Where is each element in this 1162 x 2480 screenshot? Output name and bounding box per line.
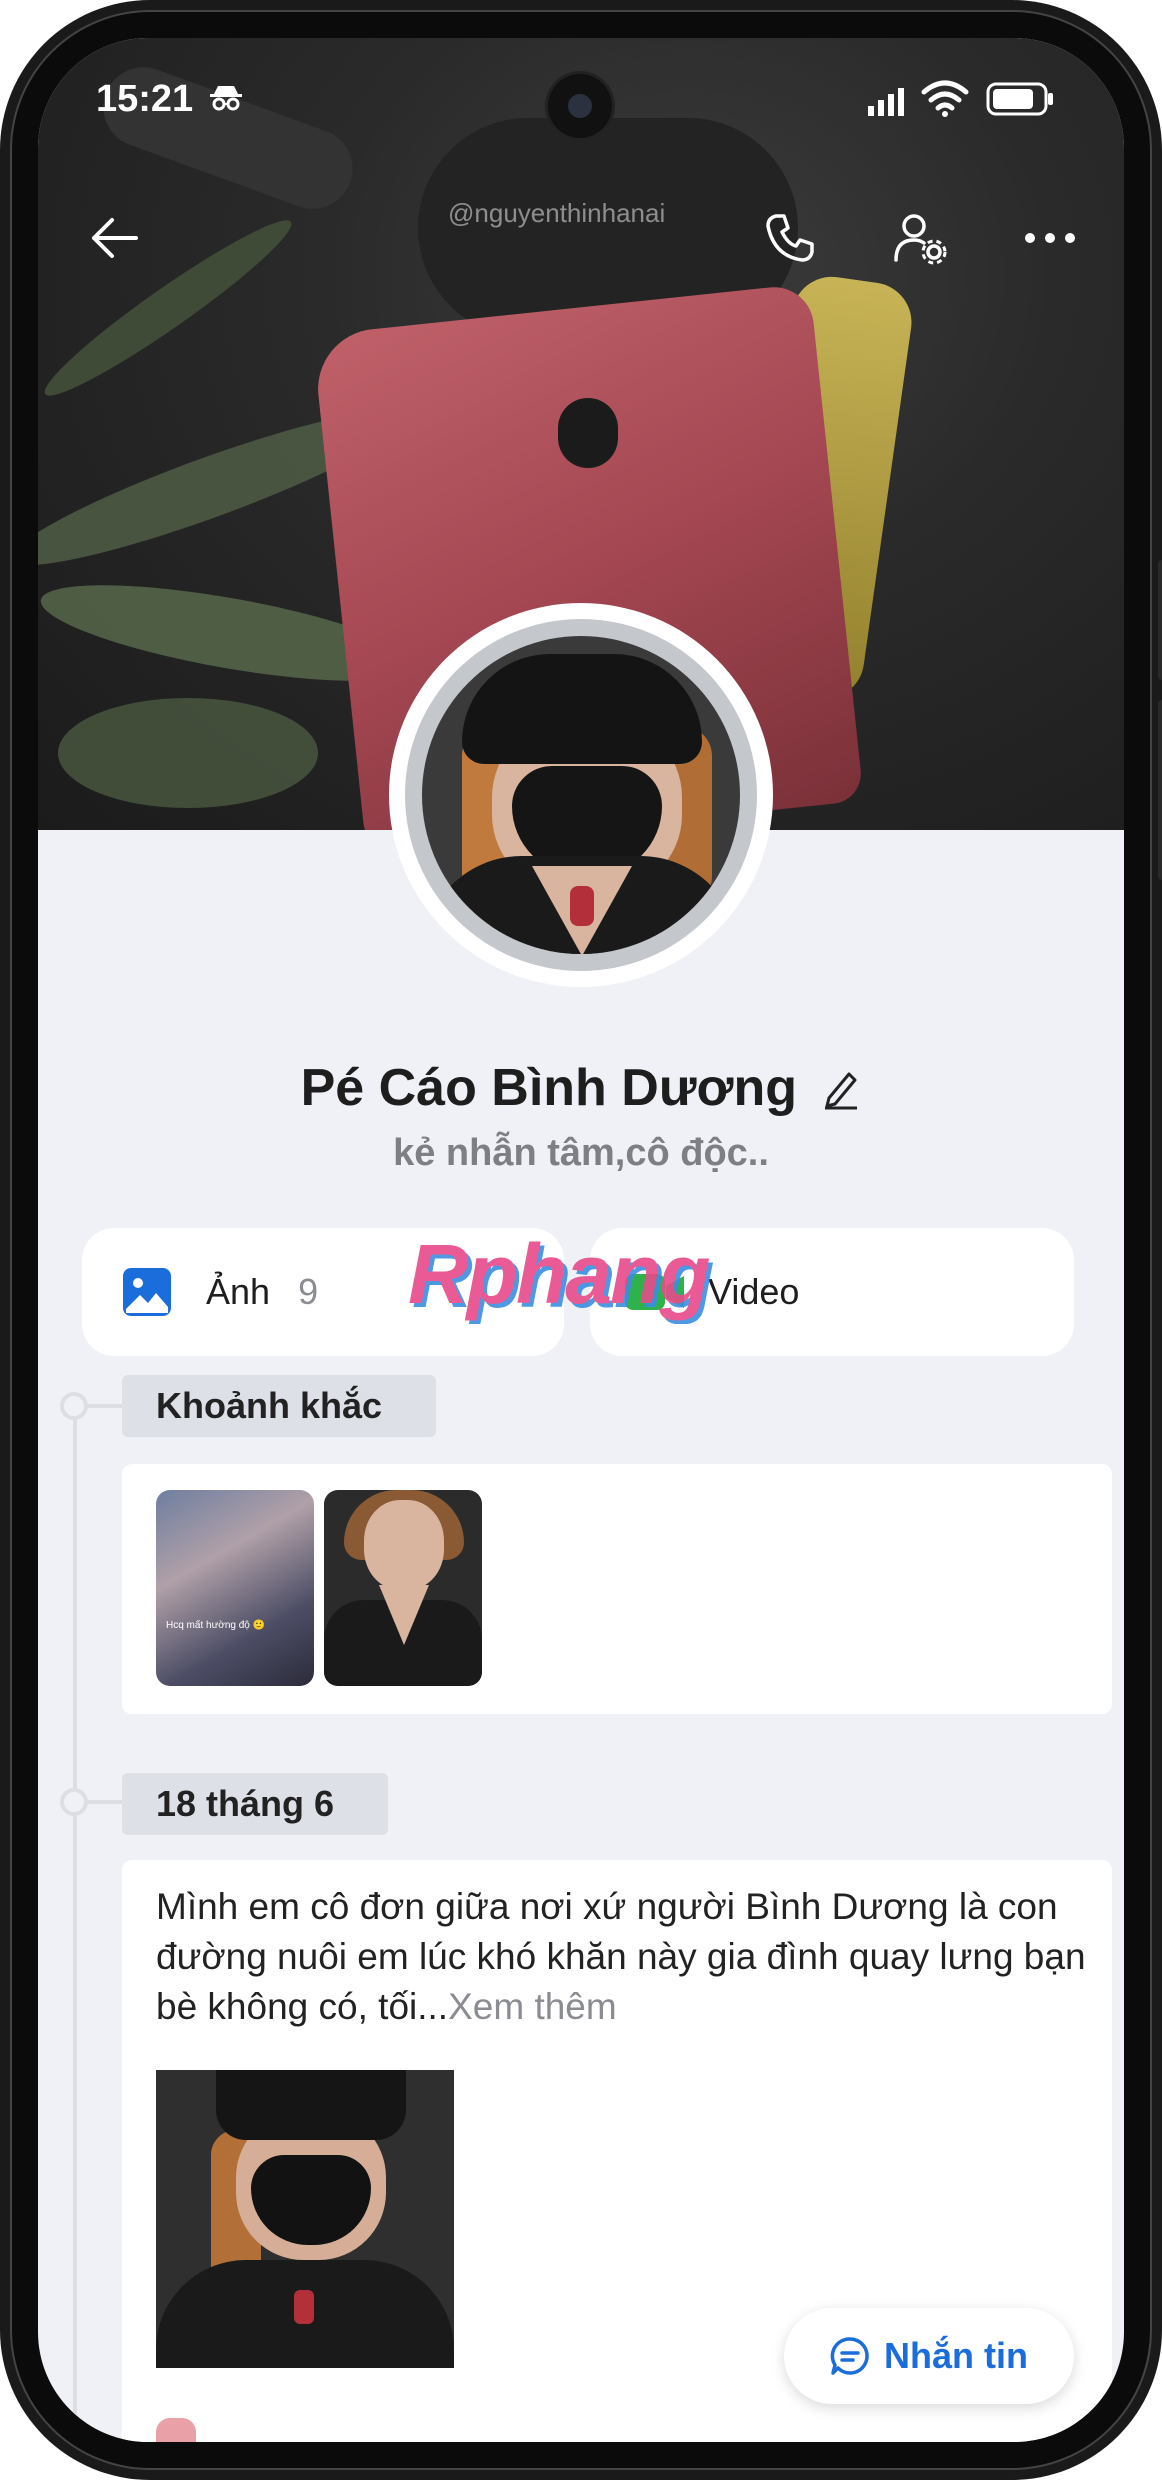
- volume-down-button: [1158, 700, 1162, 880]
- more-options-button[interactable]: [1010, 198, 1090, 278]
- moment-thumbnail[interactable]: [324, 1490, 482, 1686]
- back-arrow-icon: [92, 218, 138, 258]
- photos-count: 9: [298, 1271, 319, 1312]
- reaction-heart-icon: [156, 2418, 196, 2442]
- moment-thumbnail[interactable]: Hcq mất hường độ 🙂: [156, 1490, 314, 1686]
- front-camera: [548, 74, 612, 138]
- battery-icon: [986, 82, 1053, 116]
- photos-label: Ảnh: [206, 1271, 271, 1312]
- moments-title: Khoảnh khắc: [122, 1375, 436, 1437]
- timeline-line: [73, 1408, 77, 2442]
- post-img-tattoo: [294, 2290, 314, 2324]
- incognito-icon: [210, 86, 242, 111]
- profile-settings-button[interactable]: [880, 198, 960, 278]
- volume-up-button: [1158, 560, 1162, 680]
- see-more-link[interactable]: Xem thêm: [448, 1986, 617, 2027]
- top-action-bar: [38, 198, 1124, 288]
- profile-name: Pé Cáo Bình Dương: [300, 1059, 797, 1117]
- profile-bio: kẻ nhẫn tâm,cô độc..: [393, 1132, 769, 1174]
- photo-icon: [123, 1268, 171, 1316]
- phone-icon: [766, 214, 814, 262]
- thumb-face: [364, 1500, 444, 1590]
- call-button[interactable]: [750, 198, 830, 278]
- post-text: Mình em cô đơn giữa nơi xứ người Bình Dư…: [156, 1882, 1086, 2032]
- moment-caption: Hcq mất hường độ 🙂: [166, 1620, 266, 1631]
- phone-frame: @nguyenthinhanai 15:21 Pé Cáo Bình Dương…: [0, 0, 1162, 2480]
- avatar-helmet: [462, 654, 702, 764]
- signal-icon: [868, 88, 904, 116]
- cover-leaf: [58, 698, 318, 808]
- status-time: 15:21: [96, 78, 194, 120]
- avatar[interactable]: [422, 636, 740, 954]
- cover-bag-hole: [558, 398, 618, 468]
- post-img-helmet: [216, 2070, 406, 2140]
- moments-card: Hcq mất hường độ 🙂: [122, 1464, 1112, 1714]
- edit-pencil-icon[interactable]: [821, 1066, 861, 1110]
- wifi-icon: [921, 80, 969, 117]
- avatar-tattoo: [570, 886, 594, 926]
- timeline-dot: [60, 1788, 88, 1816]
- message-button[interactable]: Nhắn tin: [784, 2308, 1074, 2404]
- user-settings-icon: [894, 214, 947, 265]
- videos-label: Video: [708, 1271, 800, 1312]
- overlay-watermark: Rphang: [408, 1227, 711, 1321]
- app-screen: @nguyenthinhanai 15:21 Pé Cáo Bình Dương…: [38, 38, 1124, 2442]
- post-image[interactable]: [156, 2070, 454, 2368]
- timeline-dot: [60, 1392, 88, 1420]
- back-button[interactable]: [74, 198, 154, 278]
- post-body: Mình em cô đơn giữa nơi xứ người Bình Dư…: [156, 1886, 1086, 2027]
- chat-bubble-icon: [830, 2337, 869, 2375]
- profile-name-row: Pé Cáo Bình Dương: [38, 1058, 1124, 1118]
- post-date-title: 18 tháng 6: [122, 1773, 388, 1835]
- more-dots-icon: [1025, 233, 1075, 243]
- message-button-label: Nhắn tin: [884, 2335, 1028, 2376]
